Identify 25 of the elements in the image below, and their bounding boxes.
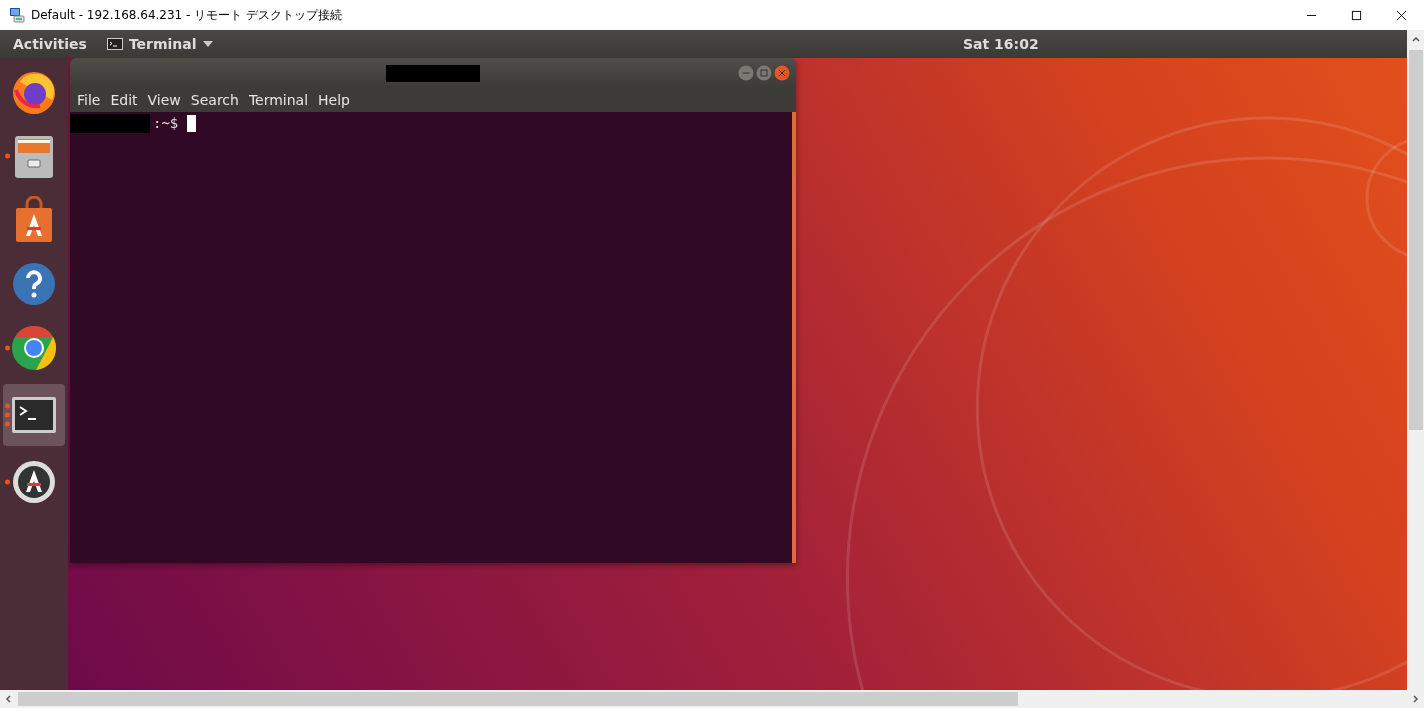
- app-menu[interactable]: Terminal: [106, 36, 213, 52]
- text-cursor: [187, 114, 197, 132]
- shell-prompt: :~$: [153, 115, 179, 131]
- menu-item[interactable]: Edit: [105, 92, 143, 108]
- maximize-icon[interactable]: [1351, 9, 1362, 21]
- scroll-thumb[interactable]: [1408, 50, 1423, 430]
- menu-item[interactable]: File: [72, 92, 106, 108]
- menu-item[interactable]: Search: [185, 92, 244, 108]
- close-icon[interactable]: [1396, 9, 1407, 21]
- scroll-right-icon[interactable]: [1411, 694, 1421, 704]
- activities-button[interactable]: Activities: [13, 36, 87, 52]
- menu-item[interactable]: Help: [313, 92, 355, 108]
- vertical-scrollbar[interactable]: [1407, 30, 1424, 690]
- horizontal-scrollbar[interactable]: [0, 690, 1424, 708]
- scroll-left-icon[interactable]: [3, 694, 13, 704]
- scroll-thumb[interactable]: [18, 692, 1018, 706]
- terminal-icon: [106, 38, 123, 50]
- clock[interactable]: Sat 16:02: [963, 36, 1039, 52]
- caret-icon: [202, 41, 213, 47]
- dock-item[interactable]: [3, 384, 65, 446]
- remote-desktop-icon: [9, 7, 25, 23]
- menu-item[interactable]: View: [142, 92, 186, 108]
- scroll-up-icon[interactable]: [1410, 34, 1421, 44]
- window-title: Default - 192.168.64.231 - リモート デスクトップ接続: [31, 6, 342, 24]
- menu-item[interactable]: Terminal: [243, 92, 314, 108]
